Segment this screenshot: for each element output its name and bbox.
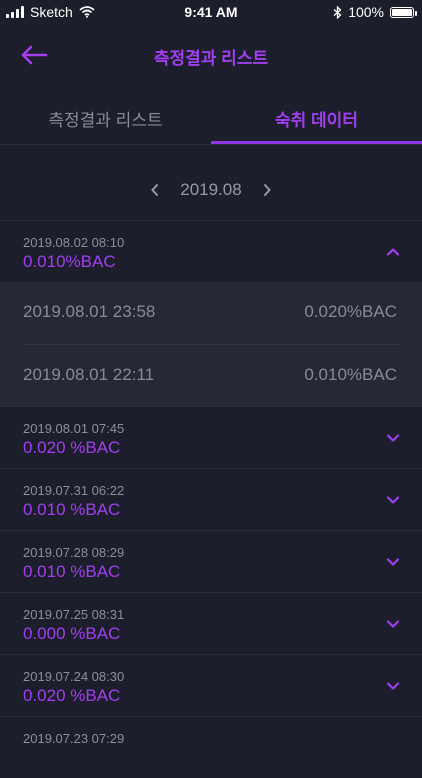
chevron-right-icon — [263, 184, 271, 196]
item-value: 0.010 %BAC — [23, 562, 121, 581]
battery-icon — [390, 6, 417, 18]
next-month-button[interactable] — [258, 181, 276, 199]
chevron-down-icon[interactable] — [386, 617, 400, 631]
item-value: 0.010 %BAC — [23, 500, 121, 519]
nav-bar: 측정결과 리스트 — [0, 30, 422, 80]
list-item[interactable]: 2019.07.25 08:31 0.000 %BAC — [0, 592, 422, 654]
tab-hangover-data[interactable]: 숙취 데이터 — [211, 94, 422, 144]
item-value: 0.000 %BAC — [23, 624, 121, 643]
chevron-down-icon[interactable] — [386, 431, 400, 445]
chevron-down-icon[interactable] — [386, 679, 400, 693]
sub-item: 2019.08.01 22:11 0.010%BAC — [23, 344, 399, 406]
item-value: 0.020 %BAC — [23, 438, 121, 457]
sub-item-date: 2019.08.01 23:58 — [23, 302, 156, 321]
list-item-expanded[interactable]: 2019.08.02 08:10 0.010%BAC — [0, 220, 422, 282]
battery-percent: 100% — [348, 4, 384, 20]
item-date: 2019.08.01 07:45 — [23, 421, 125, 436]
status-bar: Sketch 9:41 AM 100% — [0, 0, 422, 24]
tab-bar: 측정결과 리스트 숙취 데이터 — [0, 94, 422, 145]
item-date: 2019.07.24 08:30 — [23, 669, 125, 684]
list-item[interactable]: 2019.07.23 07:29 — [0, 716, 422, 778]
bluetooth-icon — [333, 5, 342, 19]
item-value: 0.010%BAC — [23, 252, 116, 271]
prev-month-button[interactable] — [146, 181, 164, 199]
chevron-down-icon[interactable] — [386, 555, 400, 569]
tab-results-list[interactable]: 측정결과 리스트 — [0, 94, 211, 144]
month-label: 2019.08 — [180, 180, 242, 199]
chevron-left-icon — [151, 184, 159, 196]
item-date: 2019.08.02 08:10 — [23, 235, 125, 250]
item-date: 2019.07.28 08:29 — [23, 545, 125, 560]
status-right: 100% — [333, 4, 417, 20]
list-item[interactable]: 2019.07.28 08:29 0.010 %BAC — [0, 530, 422, 592]
result-list: 2019.08.02 08:10 0.010%BAC 2019.08.01 23… — [0, 220, 422, 778]
page-title: 측정결과 리스트 — [153, 49, 269, 68]
sub-item-value: 0.020%BAC — [304, 302, 397, 321]
item-date: 2019.07.31 06:22 — [23, 483, 125, 498]
list-item[interactable]: 2019.07.24 08:30 0.020 %BAC — [0, 654, 422, 716]
sub-item-value: 0.010%BAC — [304, 365, 397, 384]
month-selector: 2019.08 — [0, 176, 422, 204]
list-item[interactable]: 2019.08.01 07:45 0.020 %BAC — [0, 406, 422, 468]
item-value: 0.020 %BAC — [23, 686, 121, 705]
chevron-up-icon[interactable] — [386, 245, 400, 259]
chevron-down-icon[interactable] — [386, 493, 400, 507]
item-date: 2019.07.25 08:31 — [23, 607, 125, 622]
sub-item-date: 2019.08.01 22:11 — [23, 365, 155, 384]
item-date: 2019.07.23 07:29 — [23, 731, 125, 746]
list-item[interactable]: 2019.07.31 06:22 0.010 %BAC — [0, 468, 422, 530]
expanded-panel: 2019.08.01 23:58 0.020%BAC 2019.08.01 22… — [0, 282, 422, 406]
sub-item: 2019.08.01 23:58 0.020%BAC — [0, 282, 422, 344]
